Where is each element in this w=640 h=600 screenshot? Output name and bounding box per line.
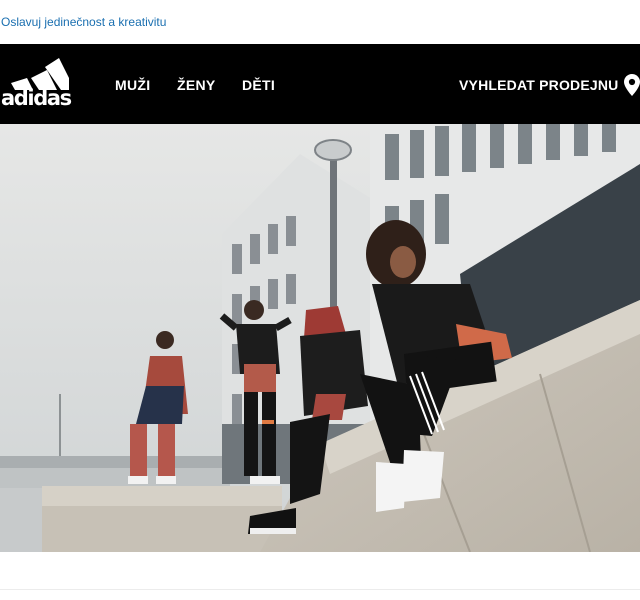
adidas-logo[interactable]: adidas: [0, 56, 82, 116]
location-pin-icon[interactable]: [624, 74, 640, 96]
tagline-link[interactable]: Oslavuj jedinečnost a kreativitu: [1, 14, 166, 30]
footer-divider: [0, 589, 640, 590]
nav-kids[interactable]: DĚTI: [242, 77, 275, 93]
site-header: adidas MUŽI ŽENY DĚTI VYHLEDAT PRODEJNU: [0, 44, 640, 124]
nav-women[interactable]: ŽENY: [177, 77, 216, 93]
nav-men[interactable]: MUŽI: [115, 77, 150, 93]
hero-photo: [0, 124, 640, 552]
logo-wordmark: adidas: [1, 86, 72, 110]
tagline-bar: Oslavuj jedinečnost a kreativitu: [0, 0, 640, 44]
hero-image[interactable]: [0, 124, 640, 552]
store-finder-link[interactable]: VYHLEDAT PRODEJNU: [459, 77, 619, 93]
